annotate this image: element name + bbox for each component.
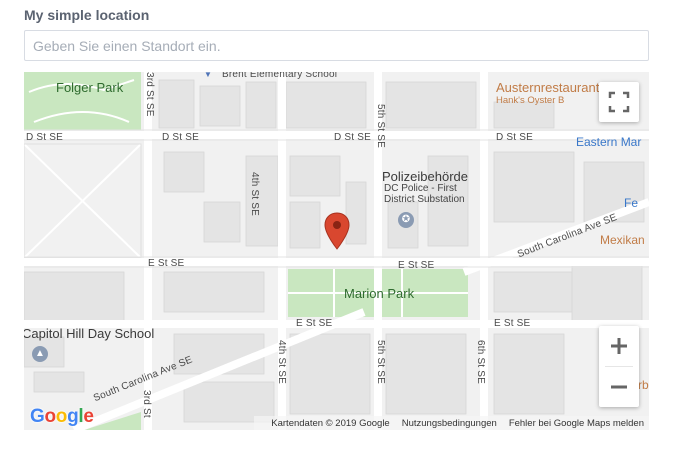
logo-letter: g	[67, 406, 79, 427]
report-error-link[interactable]: Fehler bei Google Maps melden	[509, 418, 644, 429]
brent-school-label: Brent Elementary School	[222, 72, 338, 80]
zoom-in-icon	[611, 338, 627, 354]
school-poi-icon: ▲	[32, 346, 48, 362]
street-4th-1: 4th St SE	[249, 172, 260, 217]
field-label: My simple location	[24, 7, 150, 23]
rb-label: rb	[638, 378, 649, 392]
street-e-st-1: E St SE	[148, 258, 185, 269]
street-5th-2: 5th St SE	[375, 340, 386, 385]
marion-park-label: Marion Park	[344, 286, 415, 301]
street-5th-1: 5th St SE	[375, 104, 386, 149]
mexikan-label: Mexikan	[600, 233, 645, 247]
dc-police-label-1: DC Police - First	[384, 183, 457, 194]
zoom-in-button[interactable]	[599, 326, 639, 366]
zoom-controls	[599, 326, 639, 407]
location-input[interactable]	[25, 31, 648, 60]
street-d-st-3: D St SE	[334, 132, 371, 143]
street-e-st-2: E St SE	[398, 260, 435, 271]
map-base-layer	[24, 72, 649, 430]
polizei-label: Polizeibehörde	[382, 169, 469, 184]
logo-letter: o	[44, 406, 56, 427]
street-3rd-2: 3rd St	[141, 390, 152, 418]
fullscreen-icon	[608, 91, 630, 113]
hanks-oyster-label: Hank's Oyster B	[496, 95, 565, 106]
map-data-text: Kartendaten © 2019 Google	[271, 417, 390, 429]
logo-letter: o	[55, 406, 68, 427]
street-e-st-4: E St SE	[494, 318, 531, 329]
street-6th: 6th St SE	[475, 340, 486, 385]
street-3rd-1: 3rd St SE	[144, 72, 155, 117]
map-attribution: Kartendaten © 2019 Google Nutzungsbeding…	[254, 416, 649, 430]
map-canvas[interactable]: Folger Park ▼ Brent Elementary School Au…	[24, 72, 649, 430]
google-logo[interactable]: Google	[30, 406, 94, 428]
street-d-st-2: D St SE	[162, 132, 199, 143]
zoom-out-button[interactable]	[599, 367, 639, 407]
school-icon: ▼	[204, 72, 212, 79]
street-4th-2: 4th St SE	[276, 340, 287, 385]
police-icon: ✪	[398, 212, 414, 228]
capitol-hill-school-label: Capitol Hill Day School	[24, 326, 155, 341]
fe-label: Fe	[624, 196, 639, 210]
logo-letter: e	[83, 406, 94, 427]
dc-police-label-2: District Substation	[384, 194, 465, 205]
location-marker-icon[interactable]	[324, 212, 350, 250]
terms-link[interactable]: Nutzungsbedingungen	[402, 418, 497, 429]
fullscreen-button[interactable]	[599, 82, 639, 122]
street-d-st-4: D St SE	[496, 132, 533, 143]
austernrestaurant-label: Austernrestaurant	[496, 80, 600, 95]
street-e-st-3: E St SE	[296, 318, 333, 329]
logo-letter: G	[30, 406, 45, 427]
folger-park-label: Folger Park	[56, 80, 124, 95]
street-d-st-1: D St SE	[26, 132, 63, 143]
location-field[interactable]	[24, 30, 649, 61]
zoom-out-icon	[611, 385, 627, 389]
eastern-market-label: Eastern Mar	[576, 135, 642, 149]
